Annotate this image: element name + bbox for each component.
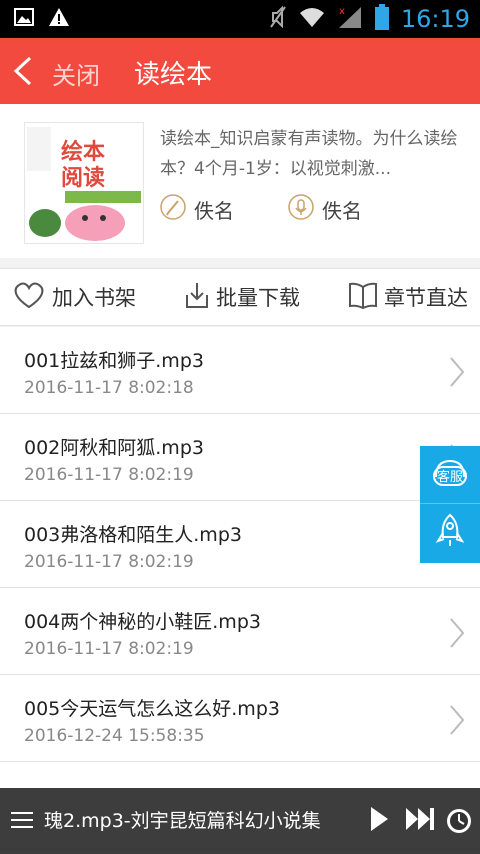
episode-name: 004两个神秘的小鞋匠.mp3: [24, 611, 261, 633]
batch-download-button[interactable]: 批量下载: [184, 281, 300, 314]
action-bar: 加入书架 批量下载 章节直达: [0, 268, 480, 326]
customer-service-button[interactable]: 客服: [420, 446, 480, 504]
chapter-jump-button[interactable]: 章节直达: [348, 281, 468, 314]
chevron-right-icon: [448, 703, 466, 741]
chapter-jump-label: 章节直达: [384, 286, 468, 310]
episode-time: 2016-12-24 15:58:35: [24, 726, 205, 746]
next-icon[interactable]: [404, 804, 436, 838]
list-item[interactable]: 002阿秋和阿狐.mp3 2016-11-17 8:02:19: [0, 414, 480, 501]
status-bar: x 16:19: [0, 0, 480, 38]
batch-download-label: 批量下载: [216, 286, 300, 310]
narrator: 佚名: [288, 194, 362, 225]
cover-title-line1: 绘本: [61, 139, 105, 165]
chevron-right-icon: [448, 616, 466, 654]
book-icon: [348, 281, 384, 314]
book-cover[interactable]: 绘本 阅读: [24, 122, 144, 244]
add-to-shelf-label: 加入书架: [52, 286, 136, 310]
episode-name: 003弗洛格和陌生人.mp3: [24, 524, 242, 546]
clock: 16:19: [400, 5, 470, 33]
pen-icon: [160, 194, 194, 225]
close-button[interactable]: 关闭: [52, 56, 100, 91]
book-description: 读绘本_知识启蒙有声读物。为什么读绘本？4个月-1岁：以视觉刺激...: [160, 129, 458, 179]
narrator-name: 佚名: [322, 199, 362, 223]
list-item[interactable]: 005今天运气怎么这么好.mp3 2016-12-24 15:58:35: [0, 675, 480, 762]
microphone-icon: [288, 194, 322, 225]
episode-list: 001拉兹和狮子.mp3 2016-11-17 8:02:18 002阿秋和阿狐…: [0, 327, 480, 849]
author: 佚名: [160, 194, 234, 225]
add-to-shelf-button[interactable]: 加入书架: [12, 281, 136, 314]
cover-title-line2: 阅读: [61, 166, 105, 191]
episode-name: 002阿秋和阿狐.mp3: [24, 437, 204, 459]
episode-time: 2016-11-17 8:02:19: [24, 639, 194, 659]
rocket-button[interactable]: [420, 504, 480, 562]
app-header: 关闭 读绘本: [0, 38, 480, 104]
list-item[interactable]: 004两个神秘的小鞋匠.mp3 2016-11-17 8:02:19: [0, 588, 480, 675]
book-info: 绘本 阅读 读绘本_知识启蒙有声读物。为什么读绘本？4个月-1岁：以视觉刺激..…: [0, 104, 480, 258]
chevron-right-icon: [448, 355, 466, 393]
heart-icon: [12, 281, 52, 314]
play-icon[interactable]: [368, 804, 390, 838]
warning-icon: [48, 7, 70, 31]
signal-icon: x: [337, 5, 363, 33]
rocket-icon: [435, 513, 465, 553]
mute-icon: [269, 5, 287, 33]
download-icon: [184, 281, 216, 314]
image-icon: [14, 8, 34, 30]
floating-side-panel: 客服: [420, 446, 480, 563]
list-item[interactable]: 001拉兹和狮子.mp3 2016-11-17 8:02:18: [0, 327, 480, 414]
page-title: 读绘本: [134, 60, 213, 90]
list-item[interactable]: 003弗洛格和陌生人.mp3 2016-11-17 8:02:19: [0, 501, 480, 588]
author-name: 佚名: [194, 199, 234, 223]
svg-text:x: x: [339, 6, 345, 17]
customer-service-label: 客服: [437, 469, 463, 485]
wifi-icon: [299, 6, 325, 32]
chevron-left-icon[interactable]: [8, 54, 38, 88]
episode-name: 001拉兹和狮子.mp3: [24, 350, 204, 372]
episode-time: 2016-11-17 8:02:18: [24, 378, 194, 398]
battery-icon: [374, 4, 389, 34]
timer-icon[interactable]: [444, 804, 474, 840]
mini-player[interactable]: 瑰2.mp3-刘宇昆短篇科幻小说集: [0, 788, 480, 854]
now-playing-title: 瑰2.mp3-刘宇昆短篇科幻小说集: [44, 810, 321, 832]
episode-time: 2016-11-17 8:02:19: [24, 465, 194, 485]
episode-time: 2016-11-17 8:02:19: [24, 552, 194, 572]
episode-name: 005今天运气怎么这么好.mp3: [24, 698, 280, 720]
menu-icon[interactable]: [10, 808, 34, 836]
